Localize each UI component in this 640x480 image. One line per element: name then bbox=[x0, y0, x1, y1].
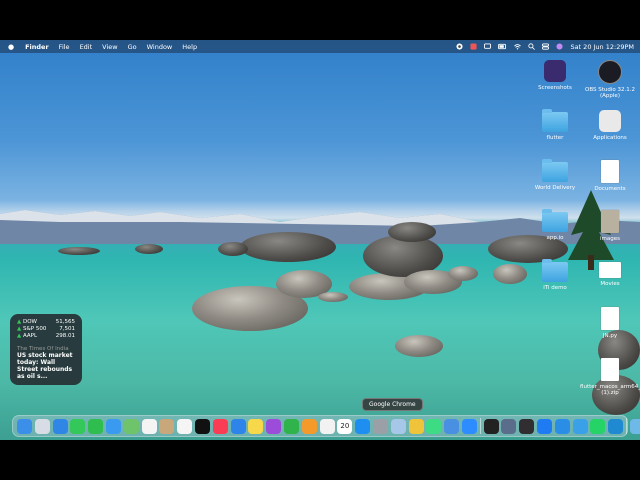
rock bbox=[448, 266, 478, 281]
dock-system-settings-icon[interactable] bbox=[372, 418, 388, 434]
rock bbox=[318, 292, 348, 302]
dock-docker-icon[interactable] bbox=[554, 418, 570, 434]
zip-file-icon bbox=[601, 358, 619, 381]
dock-app-store-icon[interactable] bbox=[355, 418, 371, 434]
document-icon bbox=[601, 160, 619, 183]
spotlight-search-icon[interactable] bbox=[528, 43, 536, 50]
news-headline: US stock market today: Wall Street rebou… bbox=[17, 352, 73, 380]
control-center-icon[interactable] bbox=[542, 43, 550, 50]
dock-google-chrome-icon[interactable] bbox=[408, 418, 424, 434]
folder-icon bbox=[542, 159, 568, 182]
dock-notes-icon[interactable] bbox=[248, 418, 264, 434]
rock bbox=[135, 244, 163, 254]
dock-reminders-icon[interactable] bbox=[177, 418, 193, 434]
dock-launchpad-icon[interactable] bbox=[34, 418, 50, 434]
rock bbox=[493, 264, 527, 284]
dock-facetime-icon[interactable] bbox=[88, 418, 104, 434]
desktop: ● Finder File Edit View Go Window Help S… bbox=[0, 40, 640, 440]
rock bbox=[218, 242, 248, 256]
dock-numbers-icon[interactable] bbox=[283, 418, 299, 434]
stock-row-aapl: ▲ AAPL 298.01 bbox=[17, 333, 75, 339]
image-file-icon bbox=[601, 210, 619, 233]
desktop-icon-iti-demo[interactable]: iTi demo bbox=[525, 259, 585, 291]
dock-pages-icon[interactable] bbox=[301, 418, 317, 434]
desktop-icon-flutter-zip[interactable]: flutter_macos_arm64_3_..._le (1).zip bbox=[580, 358, 640, 396]
dock-simulator-icon[interactable] bbox=[501, 418, 517, 434]
dock-mail-icon[interactable] bbox=[105, 418, 121, 434]
rock bbox=[395, 335, 443, 357]
dock-terminal-icon[interactable] bbox=[483, 418, 499, 434]
desktop-icon-images[interactable]: images bbox=[580, 210, 640, 242]
dock-whatsapp-icon[interactable] bbox=[590, 418, 606, 434]
siri-icon[interactable] bbox=[556, 43, 564, 50]
dock-keynote-icon[interactable] bbox=[230, 418, 246, 434]
rock bbox=[240, 232, 336, 262]
dock-obs-studio-icon[interactable] bbox=[519, 418, 535, 434]
desktop-icon-applications[interactable]: Applications bbox=[580, 110, 640, 141]
folder-icon bbox=[542, 209, 568, 232]
stock-row-dow: ▲ DOW 51,565 bbox=[17, 319, 75, 325]
stock-row-sp500: ▲ S&P 500 7,501 bbox=[17, 326, 75, 332]
screenshots-app-icon bbox=[544, 60, 566, 82]
dock-xcode-cloud-icon[interactable] bbox=[444, 418, 460, 434]
python-file-icon bbox=[601, 307, 619, 330]
folder-icon bbox=[542, 109, 568, 132]
desktop-icon-screenshots[interactable]: Screenshots bbox=[525, 60, 585, 91]
app-menu-finder[interactable]: Finder bbox=[25, 43, 49, 51]
dock-finder-icon[interactable] bbox=[17, 418, 32, 434]
dock-calendar-icon[interactable]: 20 bbox=[337, 418, 353, 434]
dock-xcode-icon[interactable] bbox=[536, 418, 552, 434]
desktop-icon-documents[interactable]: Documents bbox=[580, 160, 640, 192]
dock-maps-icon[interactable] bbox=[123, 418, 139, 434]
menu-help[interactable]: Help bbox=[182, 43, 197, 51]
desktop-icon-app-io[interactable]: app.io bbox=[525, 209, 585, 241]
record-icon[interactable] bbox=[456, 43, 464, 50]
desktop-icon-world-delivery[interactable]: World Delivery bbox=[525, 159, 585, 191]
dock-separator bbox=[479, 418, 481, 434]
up-arrow-icon: ▲ bbox=[17, 319, 22, 325]
dock-separator bbox=[625, 418, 627, 434]
dock-quicktime-icon[interactable] bbox=[572, 418, 588, 434]
dock-tooltip: Google Chrome bbox=[362, 398, 423, 411]
up-arrow-icon: ▲ bbox=[17, 326, 22, 332]
apple-menu-icon[interactable]: ● bbox=[8, 43, 14, 51]
folder-icon bbox=[542, 259, 568, 282]
dock-photos-icon[interactable] bbox=[141, 418, 157, 434]
menu-edit[interactable]: Edit bbox=[80, 43, 93, 51]
dock-freeform-icon[interactable] bbox=[319, 418, 335, 434]
menu-bar-clock[interactable]: Sat 20 Jun 12:29PM bbox=[570, 43, 634, 51]
display-icon[interactable] bbox=[484, 43, 492, 50]
dock-android-studio-icon[interactable] bbox=[426, 418, 442, 434]
dock-apple-tv-icon[interactable] bbox=[194, 418, 210, 434]
dock: 20 bbox=[12, 415, 640, 437]
movie-file-icon bbox=[599, 262, 621, 278]
obs-studio-app-icon bbox=[598, 60, 622, 84]
rock bbox=[388, 222, 436, 242]
app-status-icon[interactable] bbox=[470, 43, 478, 50]
menu-view[interactable]: View bbox=[102, 43, 117, 51]
wifi-icon[interactable] bbox=[514, 43, 522, 50]
applications-folder-icon bbox=[599, 110, 621, 132]
battery-icon[interactable] bbox=[498, 43, 507, 50]
stocks-news-widget[interactable]: ▲ DOW 51,565 ▲ S&P 500 7,501 ▲ AAPL 298.01 … bbox=[10, 314, 82, 385]
menu-file[interactable]: File bbox=[59, 43, 70, 51]
dock-podcasts-icon[interactable] bbox=[266, 418, 282, 434]
desktop-icon-flutter[interactable]: flutter bbox=[525, 109, 585, 141]
dock-music-icon[interactable] bbox=[212, 418, 228, 434]
menu-bar: ● Finder File Edit View Go Window Help S… bbox=[0, 40, 640, 53]
menu-go[interactable]: Go bbox=[128, 43, 137, 51]
rock bbox=[58, 247, 100, 255]
menu-window[interactable]: Window bbox=[147, 43, 173, 51]
dock-messages-icon[interactable] bbox=[70, 418, 86, 434]
desktop-icon-movies[interactable]: Movies bbox=[580, 262, 640, 287]
desktop-icon-jn-py[interactable]: JN.py bbox=[580, 307, 640, 339]
dock-vscode-icon[interactable] bbox=[608, 418, 624, 434]
dock-zoom-icon[interactable] bbox=[461, 418, 477, 434]
dock-safari-icon[interactable] bbox=[52, 418, 68, 434]
desktop-icon-obs-studio[interactable]: OBS Studio 32.1.2 (Apple) bbox=[580, 60, 640, 99]
dock-contacts-icon[interactable] bbox=[159, 418, 175, 434]
up-arrow-icon: ▲ bbox=[17, 333, 22, 339]
dock-downloads-stack-icon[interactable] bbox=[629, 418, 640, 434]
dock-preview-icon[interactable] bbox=[390, 418, 406, 434]
